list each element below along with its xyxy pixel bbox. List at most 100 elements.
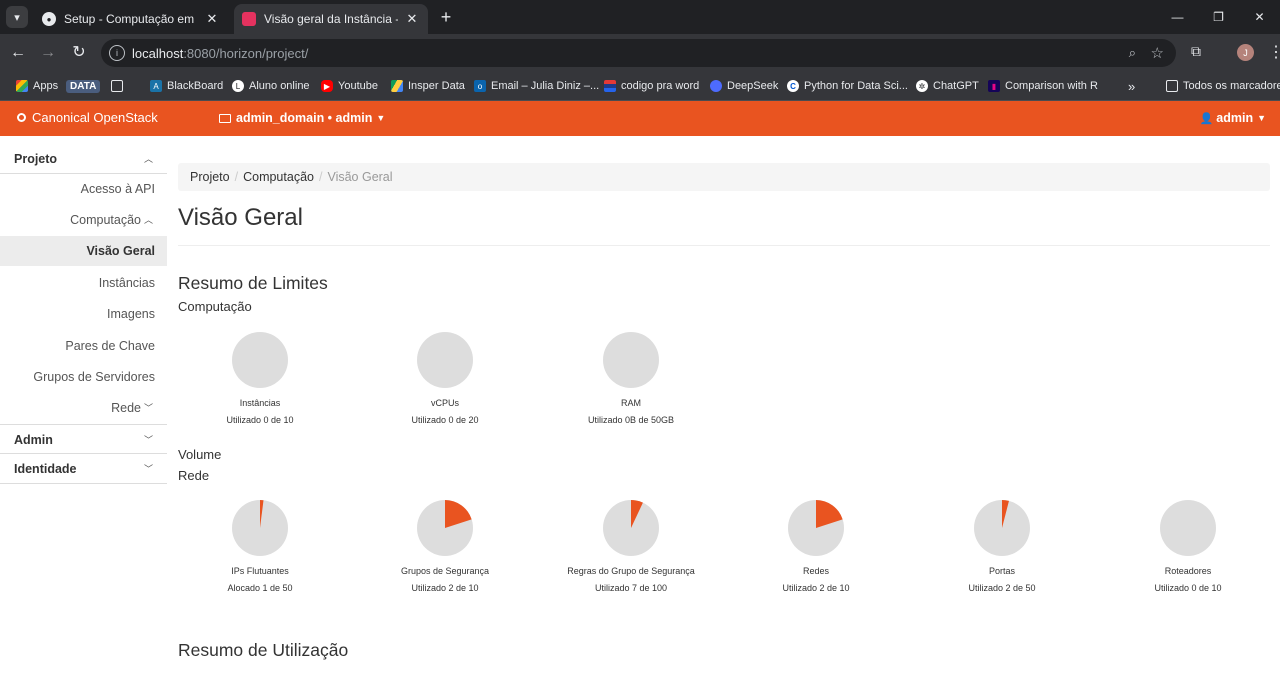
quota-pie-chart bbox=[417, 500, 473, 556]
openstack-header: Canonical OpenStack admin_domain • admin… bbox=[0, 101, 1280, 136]
limits-heading: Resumo de Limites bbox=[178, 273, 328, 293]
forward-button[interactable]: → bbox=[38, 43, 58, 63]
quota-pie-chart bbox=[974, 500, 1030, 556]
outlook-icon: o bbox=[474, 80, 486, 92]
quota-usage: Utilizado 2 de 50 bbox=[968, 583, 1036, 593]
bookmark-email[interactable]: o Email – Julia Diniz –... bbox=[474, 78, 599, 94]
chevron-down-icon: ﹀ bbox=[143, 403, 153, 413]
quota-card-regras-do-grupo-de-seguranca: Regras do Grupo de Segurança Utilizado 7 … bbox=[541, 500, 721, 593]
browser-tab-setup[interactable]: ● Setup - Computação em Nuvem ✕ bbox=[34, 4, 228, 34]
new-tab-button[interactable]: + bbox=[436, 7, 456, 27]
browser-toolbar: ← → ↻ i localhost:8080/horizon/project/ … bbox=[0, 34, 1280, 72]
bookmark-deepseek[interactable]: DeepSeek bbox=[710, 78, 778, 94]
all-bookmarks-folder[interactable]: Todos os marcadores bbox=[1166, 78, 1280, 94]
grid-icon bbox=[111, 80, 123, 92]
data-badge: DATA bbox=[66, 79, 101, 93]
quota-pie-chart bbox=[788, 500, 844, 556]
breadcrumb-separator: / bbox=[234, 170, 239, 184]
bookmark-aluno-online[interactable]: L Aluno online bbox=[232, 78, 310, 94]
close-icon[interactable]: ✕ bbox=[404, 11, 420, 27]
sidebar-item-computacao[interactable]: Computação ︿ bbox=[0, 205, 167, 235]
user-menu[interactable]: 👤 admin ▼ bbox=[1200, 111, 1266, 125]
compute-subheading: Computação bbox=[178, 299, 252, 314]
quota-usage: Utilizado 0 de 10 bbox=[226, 415, 294, 425]
sidebar-item-rede[interactable]: Rede ﹀ bbox=[0, 393, 167, 423]
sidebar-item-grupos-de-servidores[interactable]: Grupos de Servidores bbox=[0, 362, 167, 392]
breadcrumb: Projeto / Computação / Visão Geral bbox=[178, 163, 1270, 191]
quota-card-roteadores: Roteadores Utilizado 0 de 10 bbox=[1098, 500, 1278, 593]
quota-usage: Utilizado 0 de 10 bbox=[1154, 583, 1222, 593]
close-window-icon[interactable]: ✕ bbox=[1239, 0, 1280, 34]
back-button[interactable]: ← bbox=[8, 43, 28, 63]
bookmarks-overflow-icon[interactable]: » bbox=[1128, 78, 1135, 94]
sidebar-item-api[interactable]: Acesso à API bbox=[0, 174, 167, 204]
volume-subheading: Volume bbox=[178, 447, 222, 462]
sidebar-group-admin[interactable]: Admin ﹀ bbox=[0, 424, 167, 454]
sidebar-group-projeto[interactable]: Projeto ︿ bbox=[0, 144, 167, 174]
project-selector[interactable]: admin_domain • admin ▼ bbox=[219, 111, 385, 125]
blackboard-icon: A bbox=[150, 80, 162, 92]
bookmark-codigo-pra-word[interactable]: codigo pra word bbox=[604, 78, 699, 94]
brand-link[interactable]: Canonical OpenStack bbox=[17, 110, 158, 125]
browser-tab-openstack[interactable]: Visão geral da Instância - OpenStack Das… bbox=[234, 4, 428, 34]
github-icon: ● bbox=[42, 12, 56, 26]
usage-heading: Resumo de Utilização bbox=[178, 640, 349, 660]
bookmark-data[interactable]: DATA bbox=[66, 78, 101, 94]
browser-menu-icon[interactable]: ⋮ bbox=[1268, 42, 1280, 62]
sidebar: Projeto ︿ Acesso à API Computação ︿ Visã… bbox=[0, 136, 167, 685]
reload-button[interactable]: ↻ bbox=[69, 43, 89, 63]
quota-pie-chart bbox=[417, 332, 473, 388]
quota-label: IPs Flutuantes bbox=[231, 566, 289, 576]
quota-pie-chart bbox=[232, 500, 288, 556]
profile-avatar[interactable]: J bbox=[1237, 44, 1254, 61]
restore-icon[interactable]: ❐ bbox=[1198, 0, 1239, 34]
bookmark-youtube[interactable]: ▶ Youtube bbox=[321, 78, 378, 94]
sidebar-item-instancias[interactable]: Instâncias bbox=[0, 268, 167, 298]
quota-usage: Utilizado 0 de 20 bbox=[411, 415, 479, 425]
bookmark-grid[interactable] bbox=[111, 78, 128, 94]
sidebar-group-identidade[interactable]: Identidade ﹀ bbox=[0, 454, 167, 484]
bookmark-star-icon[interactable]: ☆ bbox=[1151, 44, 1164, 62]
bookmark-comparison-with-r[interactable]: ▮ Comparison with R bbox=[988, 78, 1098, 94]
browser-tab-title: Setup - Computação em Nuvem bbox=[64, 12, 198, 26]
bookmark-blackboard[interactable]: A BlackBoard bbox=[150, 78, 223, 94]
quota-usage: Utilizado 2 de 10 bbox=[782, 583, 850, 593]
quota-pie-chart bbox=[603, 332, 659, 388]
bookmark-python-for-data-sci[interactable]: C Python for Data Sci... bbox=[787, 78, 908, 94]
minimize-icon[interactable]: — bbox=[1157, 0, 1198, 34]
tab-search-button[interactable]: ▾ bbox=[6, 6, 28, 28]
quota-card-instancias: Instâncias Utilizado 0 de 10 bbox=[170, 332, 350, 425]
coursera-icon: C bbox=[787, 80, 799, 92]
chevron-up-icon: ︿ bbox=[143, 215, 153, 225]
breadcrumb-separator: / bbox=[318, 170, 323, 184]
breadcrumb-projeto[interactable]: Projeto bbox=[190, 170, 230, 184]
openstack-icon bbox=[242, 12, 256, 26]
quota-label: Roteadores bbox=[1164, 566, 1212, 576]
apps-grid-icon bbox=[16, 80, 28, 92]
quota-card-ips-flutuantes: IPs Flutuantes Alocado 1 de 50 bbox=[170, 500, 350, 593]
bookmark-chatgpt[interactable]: ✲ ChatGPT bbox=[916, 78, 979, 94]
site-info-icon[interactable]: i bbox=[109, 45, 125, 61]
quota-label: RAM bbox=[621, 398, 641, 408]
sidebar-item-visao-geral[interactable]: Visão Geral bbox=[0, 236, 167, 266]
chevron-down-icon: ﹀ bbox=[143, 464, 153, 474]
close-icon[interactable]: ✕ bbox=[204, 11, 220, 27]
address-bar[interactable]: i localhost:8080/horizon/project/ ⌕ ☆ bbox=[101, 39, 1176, 67]
browser-tab-title: Visão geral da Instância - OpenStack Das… bbox=[264, 12, 398, 26]
bookmark-insper-data[interactable]: Insper Data bbox=[391, 78, 465, 94]
breadcrumb-computacao[interactable]: Computação bbox=[243, 170, 314, 184]
youtube-icon: ▶ bbox=[321, 80, 333, 92]
bookmark-apps[interactable]: Apps bbox=[16, 78, 58, 94]
zoom-icon[interactable]: ⌕ bbox=[1129, 45, 1136, 61]
sidebar-item-pares-de-chave[interactable]: Pares de Chave bbox=[0, 331, 167, 361]
extensions-icon[interactable]: ⧉ bbox=[1191, 43, 1201, 60]
quota-card-redes: Redes Utilizado 2 de 10 bbox=[726, 500, 906, 593]
url-text[interactable]: localhost:8080/horizon/project/ bbox=[132, 46, 308, 61]
quota-card-grupos-de-seguranca: Grupos de Segurança Utilizado 2 de 10 bbox=[355, 500, 535, 593]
user-icon: 👤 bbox=[1199, 112, 1214, 125]
pie-background bbox=[232, 332, 288, 388]
quota-usage: Utilizado 2 de 10 bbox=[411, 583, 479, 593]
sidebar-item-imagens[interactable]: Imagens bbox=[0, 299, 167, 329]
window-controls: — ❐ ✕ bbox=[1157, 0, 1280, 34]
quota-label: vCPUs bbox=[430, 398, 459, 408]
